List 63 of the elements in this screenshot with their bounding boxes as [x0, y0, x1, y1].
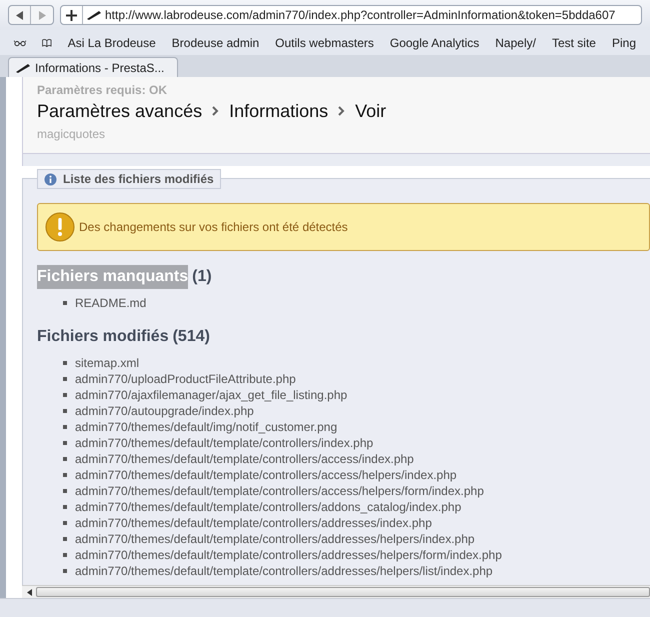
file-path: admin770/themes/default/template/controllers/access/index.php — [75, 452, 414, 466]
file-path: admin770/autoupgrade/index.php — [75, 404, 254, 418]
breadcrumb-item: Voir — [355, 100, 386, 122]
bullet-icon — [63, 569, 67, 573]
bullet-icon — [63, 553, 67, 557]
section-title: Fichiers manquants — [37, 265, 188, 289]
bullet-icon — [63, 393, 67, 397]
bullet-icon — [63, 457, 67, 461]
forward-arrow-icon — [38, 10, 46, 20]
file-path: admin770/themes/default/template/controllers/access/helpers/form/index.php — [75, 484, 484, 498]
file-path: admin770/uploadProductFileAttribute.php — [75, 372, 296, 386]
breadcrumb-item[interactable]: Informations — [229, 98, 328, 124]
bookmark-link[interactable]: Outils webmasters — [275, 34, 374, 52]
file-path: README.md — [75, 296, 146, 310]
book-icon[interactable] — [42, 36, 52, 48]
warning-icon — [45, 212, 75, 242]
chevron-icon — [338, 106, 346, 116]
bullet-icon — [63, 409, 67, 413]
bullet-icon — [63, 489, 67, 493]
bullet-icon — [63, 521, 67, 525]
bookmark-link[interactable]: Brodeuse admin — [172, 34, 260, 52]
bullet-icon — [63, 361, 67, 365]
file-path: admin770/themes/default/template/controllers/addresses/helpers/list/index.php — [75, 564, 493, 578]
breadcrumb-item[interactable]: Paramètres avancés — [37, 98, 202, 124]
file-path: admin770/themes/default/template/controllers/index.php — [75, 436, 374, 450]
address-bar[interactable]: http://www.labrodeuse.com/admin770/index.php?controller=AdminInformation&token=5bdda607 — [60, 5, 642, 25]
bullet-icon — [63, 301, 67, 305]
section-title: Fichiers modifiés — [37, 327, 169, 347]
legend-text: Liste des fichiers modifiés — [63, 171, 214, 188]
file-count: (514) — [172, 327, 210, 347]
file-path: admin770/themes/default/template/controllers/addons_catalog/index.php — [75, 500, 462, 514]
info-icon — [44, 172, 57, 186]
file-path: admin770/themes/default/template/controllers/access/helpers/index.php — [75, 468, 457, 482]
file-path: admin770/themes/default/template/controllers/addresses/helpers/form/index.php — [75, 548, 502, 562]
bullet-icon — [63, 473, 67, 477]
bookmark-link[interactable]: Ping — [612, 34, 636, 52]
bookmark-link[interactable]: Asi La Brodeuse — [68, 34, 156, 52]
faded-text: Paramètres requis: OK — [37, 82, 168, 99]
file-path: sitemap.xml — [75, 356, 140, 370]
site-icon — [86, 10, 102, 20]
chevron-icon — [212, 106, 220, 116]
bullet-icon — [63, 505, 67, 509]
bookmark-link[interactable]: Napely/ — [495, 34, 536, 52]
browser-tab[interactable]: Informations - PrestaS... — [8, 57, 178, 77]
bullet-icon — [63, 377, 67, 381]
file-path: admin770/ajaxfilemanager/ajax_get_file_listing.php — [75, 388, 348, 402]
bullet-icon — [63, 537, 67, 541]
bookmark-link[interactable]: Test site — [552, 34, 596, 52]
file-count: (1) — [192, 267, 212, 287]
scrollbar-thumb[interactable] — [36, 587, 650, 597]
back-arrow-icon — [16, 10, 23, 20]
file-path: admin770/themes/default/template/controllers/addresses/helpers/index.php — [75, 532, 475, 546]
glasses-icon[interactable] — [14, 38, 26, 48]
url-text: http://www.labrodeuse.com/admin770/index.php?controller=AdminInformation&token=5bdda607 — [105, 7, 616, 24]
bullet-icon — [63, 441, 67, 445]
file-path: admin770/themes/default/template/controllers/addresses/index.php — [75, 516, 432, 530]
horizontal-scrollbar[interactable] — [22, 585, 650, 598]
faded-text: magicquotes — [37, 126, 106, 143]
file-path: admin770/themes/default/img/notif_customer.png — [75, 420, 338, 434]
bookmark-link[interactable]: Google Analytics — [390, 34, 480, 52]
bullet-icon — [63, 425, 67, 429]
warning-message: Des changements sur vos fichiers ont été détectés — [79, 219, 348, 236]
site-icon — [15, 62, 31, 72]
